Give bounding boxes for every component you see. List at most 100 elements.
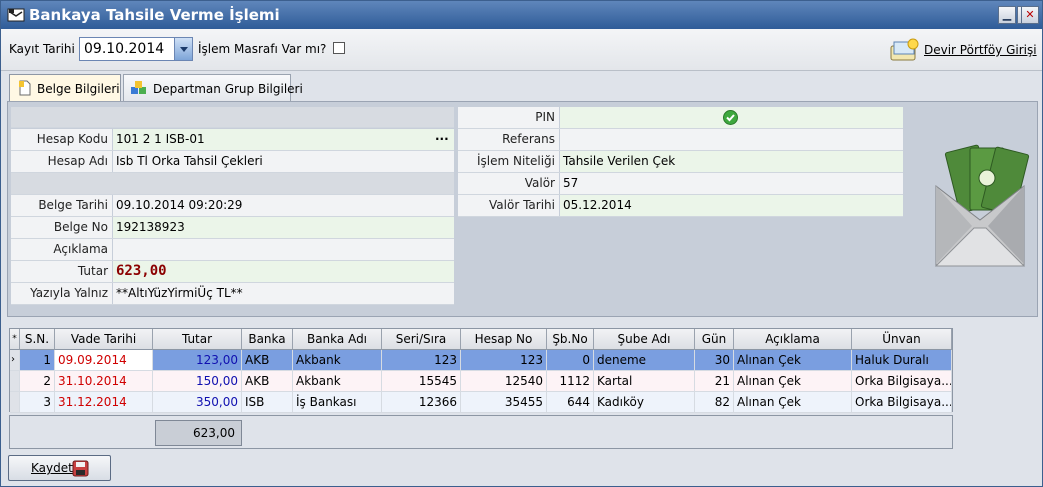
belge-no-value[interactable]: 192138923	[113, 217, 454, 238]
tutar-row: Tutar 623,00	[11, 261, 454, 283]
close-button[interactable]: ✕	[1021, 6, 1039, 24]
cell-tutar[interactable]: 150,00	[153, 371, 242, 391]
cell-sb-no[interactable]: 0	[547, 350, 594, 370]
save-icon	[72, 460, 89, 477]
col-header-banka[interactable]: Banka	[242, 329, 293, 350]
cell-sube[interactable]: Kartal	[594, 371, 695, 391]
cell-aciklama[interactable]: Alınan Çek	[734, 350, 852, 370]
kayit-tarihi-input[interactable]: 09.10.2014	[79, 37, 193, 61]
devir-portfoy-label: Devir Pörtföy Girişi	[924, 43, 1037, 57]
cell-gun[interactable]: 21	[695, 371, 734, 391]
money-envelope-icon	[934, 144, 1030, 267]
cell-banka[interactable]: AKB	[242, 350, 293, 370]
col-header-unvan[interactable]: Ünvan	[852, 329, 952, 350]
col-header-seri-sira[interactable]: Seri/Sıra	[382, 329, 461, 350]
kaydet-label: Kaydet	[31, 461, 73, 475]
portfolio-icon	[890, 38, 919, 61]
cell-hesap-no[interactable]: 123	[461, 350, 547, 370]
cell-sube[interactable]: deneme	[594, 350, 695, 370]
cell-banka[interactable]: ISB	[242, 392, 293, 412]
aciklama-label: Açıklama	[11, 239, 112, 260]
col-header-sube-adi[interactable]: Şube Adı	[594, 329, 695, 350]
tutar-value[interactable]: 623,00	[113, 261, 454, 282]
row-indicator	[10, 392, 20, 412]
cell-banka-adi[interactable]: Akbank	[293, 350, 382, 370]
table-row[interactable]: 3 31.12.2014 350,00 ISB İş Bankası 12366…	[10, 392, 952, 413]
belge-no-label: Belge No	[11, 217, 112, 238]
cell-aciklama[interactable]: Alınan Çek	[734, 371, 852, 391]
col-header-tutar[interactable]: Tutar	[153, 329, 242, 350]
document-icon	[19, 80, 31, 96]
valor-value[interactable]: 57	[560, 173, 903, 194]
table-row[interactable]: 2 31.10.2014 150,00 AKB Akbank 15545 125…	[10, 371, 952, 392]
cell-unvan[interactable]: Orka Bilgisaya...	[852, 371, 952, 391]
app-icon	[7, 8, 25, 22]
belge-tarihi-row: Belge Tarihi 09.10.2014 09:20:29	[11, 195, 454, 217]
cell-hesap-no[interactable]: 35455	[461, 392, 547, 412]
cell-aciklama[interactable]: Alınan Çek	[734, 392, 852, 412]
yaziyla-row: Yazıyla Yalnız **AltıYüzYirmiÜç TL**	[11, 283, 454, 305]
cell-gun[interactable]: 82	[695, 392, 734, 412]
cell-vade[interactable]: 31.10.2014	[55, 371, 153, 391]
hesap-kodu-row: Hesap Kodu 101 2 1 ISB-01 ...	[11, 129, 454, 151]
cell-banka-adi[interactable]: Akbank	[293, 371, 382, 391]
grid-footer: 623,00	[9, 415, 953, 449]
valor-tarihi-label: Valör Tarihi	[458, 195, 559, 216]
hesap-kodu-ellipsis-button[interactable]: ...	[435, 129, 449, 143]
cell-unvan[interactable]: Orka Bilgisaya...	[852, 392, 952, 412]
cell-seri[interactable]: 15545	[382, 371, 461, 391]
referans-input[interactable]	[560, 129, 903, 150]
cell-gun[interactable]: 30	[695, 350, 734, 370]
chevron-down-icon[interactable]	[174, 38, 192, 60]
col-header-banka-adi[interactable]: Banka Adı	[293, 329, 382, 350]
cell-sn[interactable]: 3	[20, 392, 55, 412]
cell-tutar[interactable]: 350,00	[153, 392, 242, 412]
cell-sn[interactable]: 2	[20, 371, 55, 391]
cell-seri[interactable]: 123	[382, 350, 461, 370]
table-row[interactable]: › 1 09.09.2014 123,00 AKB Akbank 123 123…	[10, 350, 952, 371]
col-header-sn[interactable]: S.N.	[20, 329, 55, 350]
islem-masrafi-checkbox[interactable]	[333, 42, 345, 54]
valor-label: Valör	[458, 173, 559, 194]
minimize-button[interactable]: ▁	[998, 6, 1016, 24]
cell-sb-no[interactable]: 1112	[547, 371, 594, 391]
row-indicator	[10, 371, 20, 391]
cell-sube[interactable]: Kadıköy	[594, 392, 695, 412]
pin-label: PIN	[458, 107, 559, 128]
cell-unvan[interactable]: Haluk Duralı	[852, 350, 952, 370]
col-header-sb-no[interactable]: Şb.No	[547, 329, 594, 350]
valor-tarihi-value[interactable]: 05.12.2014	[560, 195, 903, 216]
cell-vade[interactable]: 31.12.2014	[55, 392, 153, 412]
section-header	[11, 107, 454, 128]
cell-hesap-no[interactable]: 12540	[461, 371, 547, 391]
tab-departman-grup[interactable]: Departman Grup Bilgileri	[123, 74, 303, 101]
hesap-kodu-value: 101 2 1 ISB-01	[116, 132, 205, 146]
title-bar: Bankaya Tahsile Verme İşlemi ▁ ▢	[1, 1, 1042, 29]
cell-seri[interactable]: 12366	[382, 392, 461, 412]
col-header-hesap-no[interactable]: Hesap No	[461, 329, 547, 350]
yaziyla-value: **AltıYüzYirmiÜç TL**	[113, 283, 454, 304]
kaydet-button[interactable]: Kaydet	[8, 455, 111, 481]
cell-banka[interactable]: AKB	[242, 371, 293, 391]
grid-row-indicator-header: *	[10, 329, 20, 350]
col-header-aciklama[interactable]: Açıklama	[734, 329, 852, 350]
col-header-vade-tarihi[interactable]: Vade Tarihi	[55, 329, 153, 350]
cell-sn[interactable]: 1	[20, 350, 55, 370]
cell-tutar[interactable]: 123,00	[153, 350, 242, 370]
check-icon	[723, 110, 738, 125]
islem-niteligi-label: İşlem Niteliği	[458, 151, 559, 172]
col-header-gun[interactable]: Gün	[695, 329, 734, 350]
islem-niteligi-value[interactable]: Tahsile Verilen Çek	[560, 151, 903, 172]
cell-sb-no[interactable]: 644	[547, 392, 594, 412]
belge-tarihi-label: Belge Tarihi	[11, 195, 112, 216]
cell-vade[interactable]: 09.09.2014	[55, 350, 153, 370]
hesap-kodu-field[interactable]: 101 2 1 ISB-01	[113, 129, 454, 150]
tab-belge-bilgileri[interactable]: Belge Bilgileri	[9, 74, 121, 102]
devir-portfoy-button[interactable]: Devir Pörtföy Girişi	[889, 38, 1039, 62]
section-separator	[11, 173, 454, 195]
aciklama-input[interactable]	[113, 239, 454, 260]
pin-field[interactable]	[560, 107, 903, 128]
cell-banka-adi[interactable]: İş Bankası	[293, 392, 382, 412]
valor-tarihi-row: Valör Tarihi 05.12.2014	[458, 195, 903, 217]
belge-tarihi-value[interactable]: 09.10.2014 09:20:29	[113, 195, 454, 216]
